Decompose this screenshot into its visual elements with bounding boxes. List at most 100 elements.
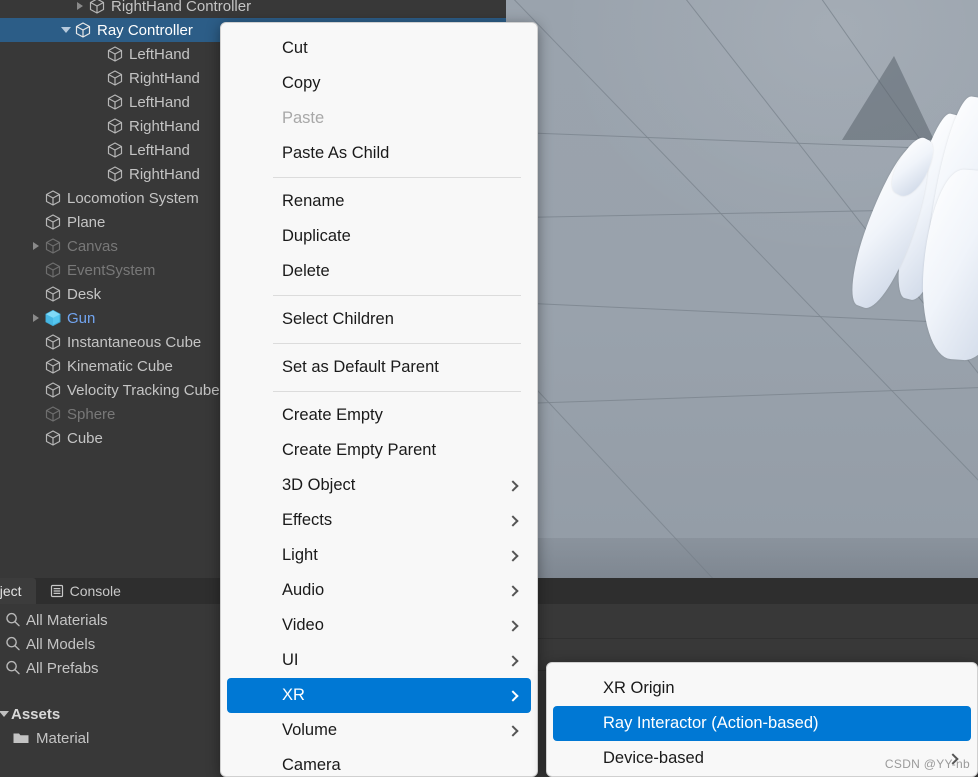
project-asset-label: Assets [11,705,61,723]
menu-item-label: Effects [282,511,333,529]
project-search-label: All Materials [26,611,108,629]
gameobject-cube-icon [106,141,124,159]
menu-item-label: Audio [282,581,325,599]
hierarchy-row-label: RightHand [129,69,200,87]
hand-model[interactable] [806,50,978,363]
menu-item-paste-as-child[interactable]: Paste As Child [227,136,531,171]
search-icon [4,635,22,653]
submenu-item-ray-interactor-action-based-[interactable]: Ray Interactor (Action-based) [553,706,971,741]
submenu-item-label: Ray Interactor (Action-based) [603,714,819,732]
menu-separator [273,343,521,344]
hierarchy-row-label: Gun [67,309,96,327]
twisty-placeholder [92,47,106,61]
menu-item-cut[interactable]: Cut [227,31,531,66]
menu-item-ui[interactable]: UI [227,643,531,678]
hierarchy-row-label: Ray Controller [97,21,193,39]
menu-item-label: Copy [282,74,321,92]
menu-item-camera[interactable]: Camera [227,748,531,776]
hierarchy-row-label: Kinematic Cube [67,357,173,375]
menu-item-label: Paste As Child [282,144,390,162]
gameobject-cube-icon [44,333,62,351]
menu-item-3d-object[interactable]: 3D Object [227,468,531,503]
menu-item-delete[interactable]: Delete [227,254,531,289]
gameobject-cube-icon [44,309,62,327]
hierarchy-row[interactable]: RightHand Controller [0,0,506,18]
menu-item-label: Volume [282,721,338,739]
gameobject-cube-icon [106,117,124,135]
chevron-right-icon[interactable] [30,239,44,253]
hierarchy-row-label: LeftHand [129,45,190,63]
chevron-right-icon[interactable] [30,311,44,325]
menu-item-select-children[interactable]: Select Children [227,302,531,337]
project-search-label: All Prefabs [26,659,99,677]
gameobject-cube-icon [44,237,62,255]
gameobject-cube-icon [44,189,62,207]
gameobject-cube-icon [88,0,106,15]
twisty-placeholder [30,191,44,205]
twisty-placeholder [30,359,44,373]
grid-line [506,385,978,406]
gameobject-cube-icon [44,285,62,303]
menu-item-label: Video [282,616,324,634]
chevron-down-icon[interactable] [0,708,10,720]
menu-item-audio[interactable]: Audio [227,573,531,608]
tab-label: Console [69,583,121,599]
menu-item-xr[interactable]: XR [227,678,531,713]
submenu-item-label: XR Origin [603,679,675,697]
scene-view[interactable] [506,0,978,578]
menu-item-label: Rename [282,192,345,210]
menu-separator [273,177,521,178]
twisty-placeholder [92,143,106,157]
search-icon [4,659,22,677]
menu-item-duplicate[interactable]: Duplicate [227,219,531,254]
menu-item-label: Cut [282,39,308,57]
chevron-right-icon[interactable] [74,0,88,13]
menu-item-volume[interactable]: Volume [227,713,531,748]
menu-item-label: Create Empty [282,406,383,424]
twisty-placeholder [92,167,106,181]
twisty-placeholder [92,71,106,85]
menu-item-label: Camera [282,756,341,774]
hierarchy-row-label: RightHand [129,165,200,183]
search-icon [4,611,22,629]
console-icon [50,584,64,598]
twisty-placeholder [30,263,44,277]
twisty-placeholder [30,431,44,445]
hand-shadow [842,56,934,140]
menu-item-rename[interactable]: Rename [227,184,531,219]
menu-item-label: UI [282,651,299,669]
menu-item-create-empty[interactable]: Create Empty [227,398,531,433]
submenu-item-xr-origin[interactable]: XR Origin [553,671,971,706]
menu-separator [273,295,521,296]
menu-item-label: Paste [282,109,325,127]
menu-item-effects[interactable]: Effects [227,503,531,538]
hierarchy-context-menu[interactable]: Cut Copy Paste Paste As Child Rename Duplicat… [220,22,538,777]
menu-separator [273,391,521,392]
tab-project[interactable]: Project [0,578,36,604]
gameobject-cube-icon [106,69,124,87]
gameobject-cube-icon [44,357,62,375]
menu-item-copy[interactable]: Copy [227,66,531,101]
chevron-right-icon [507,654,519,667]
tab-label: Project [0,583,22,599]
menu-item-light[interactable]: Light [227,538,531,573]
menu-item-label: Delete [282,262,330,280]
menu-item-label: XR [282,686,305,704]
twisty-placeholder [30,407,44,421]
panel-divider [506,638,978,639]
hierarchy-row-label: LeftHand [129,141,190,159]
menu-item-set-as-default-parent[interactable]: Set as Default Parent [227,350,531,385]
project-search-label: All Models [26,635,96,653]
twisty-placeholder [30,335,44,349]
chevron-down-icon[interactable] [60,23,74,37]
menu-item-video[interactable]: Video [227,608,531,643]
bottom-toolbar [506,578,978,604]
tab-console[interactable]: Console [36,578,135,604]
gameobject-cube-icon [44,381,62,399]
menu-item-create-empty-parent[interactable]: Create Empty Parent [227,433,531,468]
gameobject-cube-icon [106,93,124,111]
submenu-item-label: Device-based [603,749,704,767]
gameobject-cube-icon [44,429,62,447]
twisty-placeholder [30,287,44,301]
menu-item-label: Light [282,546,318,564]
